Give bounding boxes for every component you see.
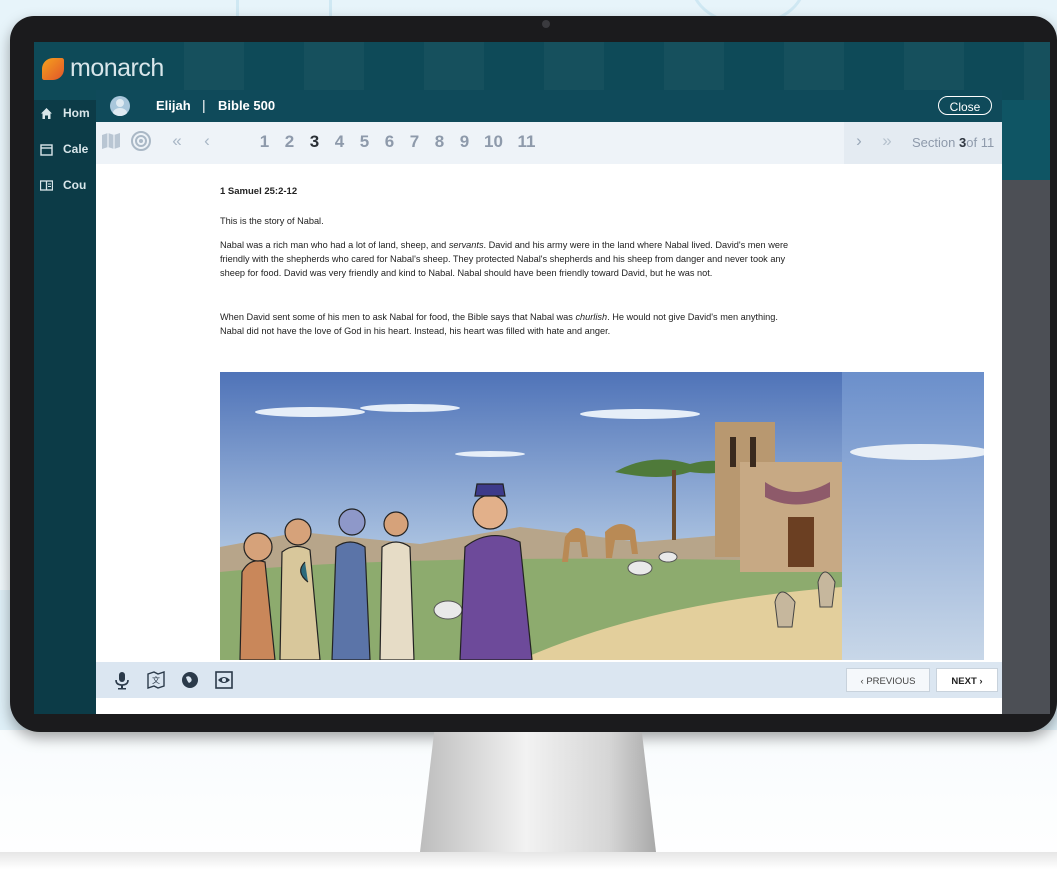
- paragraph: This is the story of Nabal.: [220, 214, 790, 228]
- home-icon: [40, 107, 53, 120]
- left-icon[interactable]: ‹: [196, 130, 218, 152]
- section-indicator: Section 3of 11: [912, 135, 994, 150]
- brand-name: monarch: [70, 54, 164, 82]
- page-number[interactable]: 5: [352, 132, 377, 152]
- calendar-icon: [40, 143, 53, 156]
- monitor-stand-base: [0, 852, 1057, 869]
- translate-icon[interactable]: 文: [146, 670, 166, 690]
- course-title: Bible 500: [218, 98, 276, 113]
- page-number[interactable]: 8: [427, 132, 452, 152]
- previous-button[interactable]: ‹ PREVIOUS: [846, 668, 930, 692]
- header-separator: |: [202, 97, 206, 113]
- double-left-icon[interactable]: «: [166, 130, 188, 152]
- monitor: monarch Hom Cale Cou Elijah | Bible 500 …: [10, 16, 1057, 732]
- map-icon[interactable]: [100, 130, 122, 152]
- screen: monarch Hom Cale Cou Elijah | Bible 500 …: [34, 42, 1050, 714]
- vocabulary-word[interactable]: servants: [449, 240, 484, 250]
- page-number-current[interactable]: 3: [302, 132, 327, 152]
- camera: [542, 20, 550, 28]
- vocabulary-word[interactable]: churlish: [575, 312, 607, 322]
- target-icon[interactable]: [130, 130, 152, 152]
- sidebar-item-label: Cou: [63, 178, 87, 192]
- avatar: [110, 96, 130, 116]
- svg-text:文: 文: [152, 675, 160, 685]
- sidebar-item-courses[interactable]: Cou: [39, 178, 87, 192]
- courses-icon: [39, 179, 54, 192]
- monarch-logo[interactable]: monarch: [42, 54, 164, 83]
- paragraph-text: When David sent some of his men to ask N…: [220, 312, 576, 322]
- monitor-stand: [420, 732, 656, 852]
- scripture-reference: 1 Samuel 25:2-12: [220, 186, 298, 197]
- modal-header: Elijah | Bible 500 Close: [96, 90, 1002, 122]
- page-number[interactable]: 4: [327, 132, 352, 152]
- close-button[interactable]: Close: [938, 96, 992, 115]
- app-sidebar: Hom Cale Cou: [34, 100, 96, 714]
- eye-icon[interactable]: [214, 670, 234, 690]
- microphone-icon[interactable]: [112, 670, 132, 690]
- page-number[interactable]: 10: [477, 132, 510, 152]
- sidebar-item-label: Hom: [63, 106, 90, 120]
- globe-icon[interactable]: [180, 670, 200, 690]
- sidebar-item-label: Cale: [63, 142, 89, 156]
- right-icon[interactable]: ›: [848, 130, 870, 152]
- section-toolbar: « ‹ 1 2 3 4 5 6 7 8 9 10 11 › » Section …: [96, 122, 1002, 164]
- page-number[interactable]: 9: [452, 132, 477, 152]
- paragraph-text: This is the story of Nabal.: [220, 216, 324, 226]
- page-number[interactable]: 2: [277, 132, 302, 152]
- sidebar-item-calendar[interactable]: Cale: [40, 142, 88, 156]
- page-number[interactable]: 11: [510, 132, 543, 152]
- student-name: Elijah: [156, 98, 191, 113]
- paragraph-text: Nabal was a rich man who had a lot of la…: [220, 240, 449, 250]
- page-number-list: 1 2 3 4 5 6 7 8 9 10 11: [252, 132, 543, 152]
- story-illustration: [220, 372, 984, 660]
- app-background-right: [1002, 100, 1050, 714]
- sidebar-item-home[interactable]: Hom: [40, 106, 90, 120]
- paragraph: When David sent some of his men to ask N…: [220, 310, 790, 338]
- section-total: of 11: [966, 135, 995, 150]
- paragraph: Nabal was a rich man who had a lot of la…: [220, 238, 790, 280]
- page-number[interactable]: 7: [402, 132, 427, 152]
- lesson-reader-modal: Elijah | Bible 500 Close « ‹ 1 2 3 4 5 6…: [96, 90, 1002, 714]
- page-number[interactable]: 1: [252, 132, 277, 152]
- section-prefix: Section: [912, 135, 956, 150]
- butterfly-icon: [42, 57, 64, 80]
- double-right-icon[interactable]: »: [876, 130, 898, 152]
- page-number[interactable]: 6: [377, 132, 402, 152]
- next-button[interactable]: NEXT ›: [936, 668, 998, 692]
- tools-bar: 文 ‹ PREVIOUS NEXT ›: [96, 662, 1002, 698]
